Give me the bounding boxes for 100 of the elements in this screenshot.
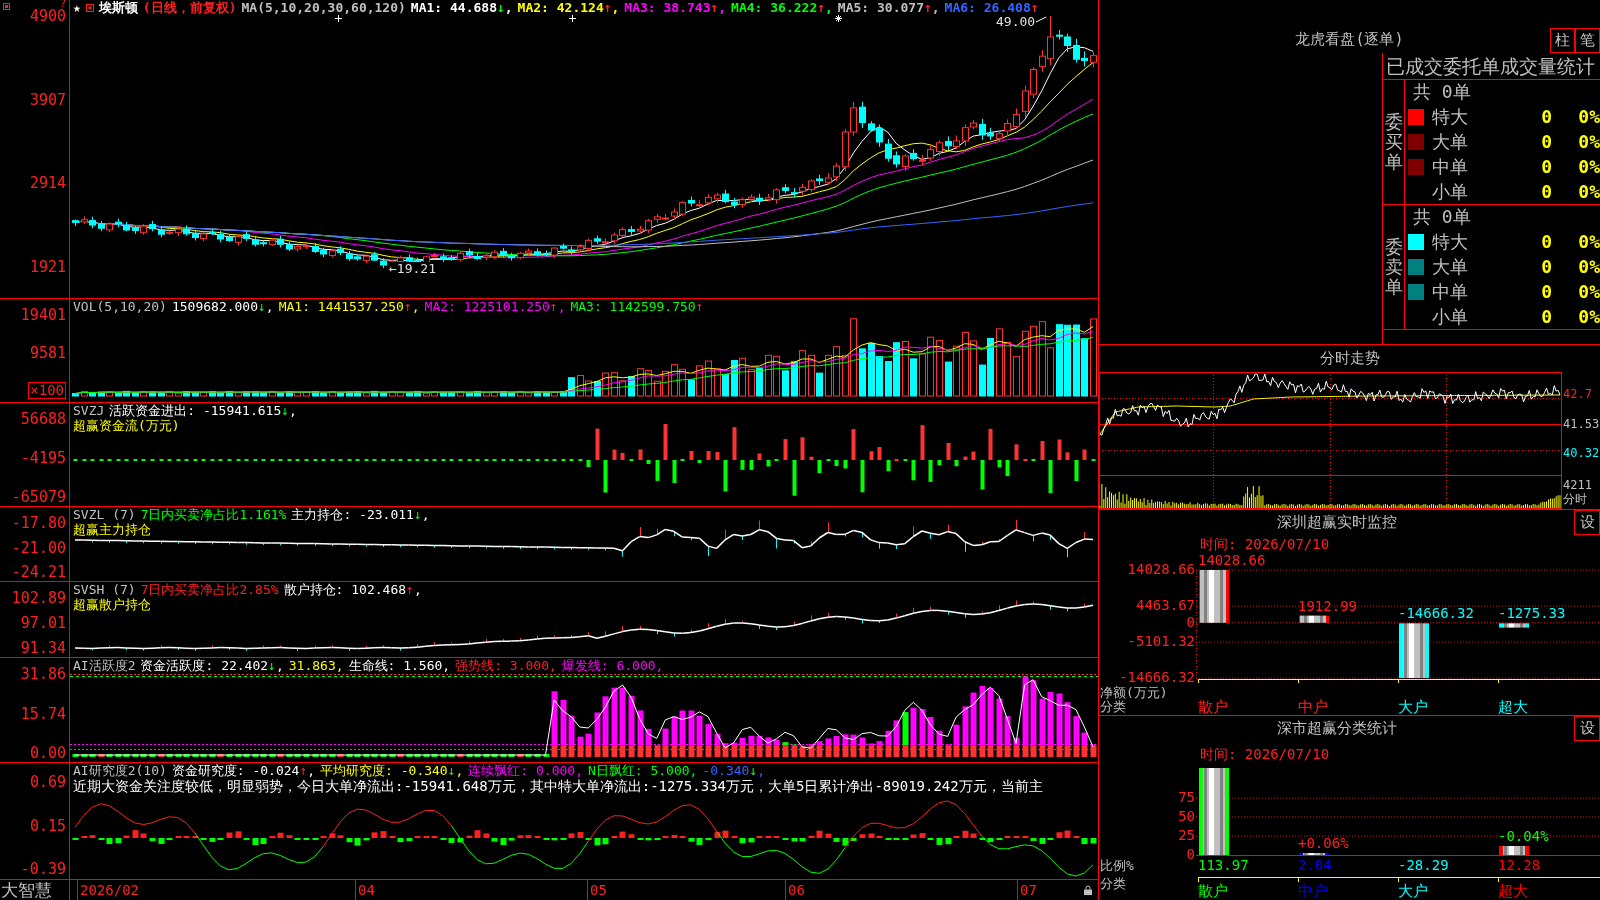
axis-tick-label: 0: [1186, 846, 1195, 862]
axis-tick-label: 14028.66: [1127, 561, 1195, 577]
legend-text: VOL(5,10,20): [73, 299, 167, 314]
order-total: 共 0单: [1413, 81, 1471, 103]
order-count: 0: [1540, 105, 1552, 128]
square-icon: [3, 3, 10, 10]
bar-value-label: 14028.66: [1198, 552, 1266, 568]
panel-title: 龙虎看盘(逐单): [1295, 31, 1404, 48]
volume-unit-label: ×100: [28, 382, 66, 399]
bar: [1199, 570, 1229, 623]
axis-label: 102.89: [11, 590, 66, 606]
category-label: 大户: [1398, 697, 1428, 715]
legend-text: MA4: 36.222↑,: [731, 0, 833, 15]
star-mark: ★: [73, 0, 81, 15]
legend-text: MA6: 26.408↑: [944, 0, 1039, 15]
date-label: 06: [788, 881, 805, 899]
timestamp: 时间: 2026/07/10: [1200, 535, 1330, 552]
legend-text: MA2: 1225101.250↑,: [424, 299, 566, 314]
table-title: 已成交委托单成交量统计: [1383, 53, 1600, 80]
timestamp: 时间: 2026/07/10: [1200, 746, 1330, 762]
bar: [1499, 623, 1529, 628]
order-type-label: 小单: [1432, 180, 1469, 203]
legend-text: 31.863,: [288, 658, 344, 673]
category-label: 散户: [1198, 881, 1228, 900]
axis-tick-label: 0: [1186, 613, 1195, 630]
axis-label: -4195: [20, 450, 66, 466]
bar-value-label: -28.29: [1398, 857, 1449, 873]
axis-label: 9581: [29, 344, 66, 361]
category-label: 中户: [1298, 697, 1328, 715]
legend-text: 强势线: 3.000,: [455, 658, 557, 673]
axis-title: 分类: [1100, 875, 1126, 891]
order-count: 0: [1540, 255, 1552, 278]
date-label: 05: [590, 881, 607, 899]
axis-label: 56688: [20, 411, 66, 427]
panel-title: 深圳超赢实时监控: [1276, 514, 1397, 531]
legend-text: 连续飘红: 0.000,: [468, 763, 583, 778]
axis-tick-label: 4463.67: [1136, 597, 1195, 613]
indicator-title: 超赢主力持仓: [73, 522, 151, 537]
group-label: 委卖单: [1384, 237, 1403, 297]
order-count: 0: [1540, 155, 1552, 178]
axis-label: -0.39: [20, 861, 66, 877]
bar-value-label: 1912.99: [1298, 597, 1357, 614]
date-label: 2026/02: [80, 881, 139, 899]
legend-text: 平均研究度: -0.340↓,: [320, 763, 464, 778]
date-label: 04: [358, 881, 375, 899]
bar-value-label: 12.28: [1498, 857, 1541, 873]
axis-label: 分时: [1563, 492, 1587, 506]
legend-text: 爆发线: 6.000,: [561, 658, 664, 673]
bar: [1299, 615, 1329, 623]
view-toggle-button[interactable]: 笔: [1575, 28, 1600, 53]
order-type-label: 特大: [1432, 105, 1469, 128]
legend-text: 埃斯顿: [98, 0, 138, 15]
axis-label: 1921: [29, 258, 66, 275]
category-label: 超大: [1498, 881, 1528, 900]
category-label: 散户: [1198, 697, 1228, 715]
bar: [1399, 623, 1429, 678]
axis-label: -17.80: [11, 515, 66, 531]
order-percent: 0%: [1577, 130, 1600, 153]
axis-label: 0.15: [29, 817, 66, 834]
axis-label: 15.74: [20, 705, 66, 722]
category-label: 大户: [1398, 881, 1428, 900]
legend-text: 散户持仓: 102.468↑,: [283, 582, 422, 597]
legend-text: MA1: 44.688↓,: [410, 0, 513, 15]
annotation-label: -0.04%: [1498, 827, 1549, 844]
settings-button[interactable]: 设: [1574, 510, 1600, 535]
axis-label: 40.32: [1563, 445, 1600, 460]
category-label: 中户: [1298, 881, 1328, 900]
order-percent: 0%: [1577, 105, 1600, 128]
axis-title: 分类: [1100, 698, 1126, 714]
axis-label: 91.34: [20, 640, 66, 656]
bar-value-label: 2.04: [1298, 857, 1332, 873]
legend-text: MA2: 42.124↑,: [517, 0, 620, 15]
axis-tick-label: -14666.32: [1119, 669, 1195, 685]
axis-title: 净额(万元): [1100, 684, 1168, 700]
brand-label: 大智慧: [0, 880, 52, 900]
bar: [1499, 846, 1529, 855]
axis-tick-label: -5101.32: [1127, 633, 1195, 649]
axis-label: -21.00: [11, 539, 66, 556]
legend-text: MA3: 38.743↑,: [624, 0, 727, 15]
order-type-label: 大单: [1432, 130, 1469, 153]
legend-text: AI研究度2(10): [73, 763, 167, 778]
order-count: 0: [1540, 305, 1552, 328]
order-count: 0: [1540, 130, 1552, 153]
lock-icon: [1084, 885, 1092, 895]
axis-tick-label: 75: [1178, 789, 1195, 805]
axis-tick-label: 50: [1178, 808, 1195, 824]
order-type-label: 大单: [1432, 255, 1469, 278]
view-toggle-button[interactable]: 柱: [1550, 28, 1575, 53]
axis-label: 41.53: [1563, 416, 1600, 431]
axis-label: 97.01: [20, 615, 66, 631]
axis-title: 比例%: [1100, 857, 1134, 873]
bar-value-label: -14666.32: [1398, 604, 1474, 621]
legend-text: MA1: 1441537.250↑,: [278, 299, 420, 314]
axis-label: 0.69: [29, 774, 66, 790]
legend-text: SVSH (7): [73, 582, 136, 597]
order-percent: 0%: [1577, 180, 1600, 203]
legend-text: 生命线: 1.560,: [348, 658, 451, 673]
settings-button[interactable]: 设: [1574, 716, 1600, 741]
bar-value-label: 113.97: [1198, 857, 1249, 873]
axis-label: 2914: [29, 175, 66, 192]
